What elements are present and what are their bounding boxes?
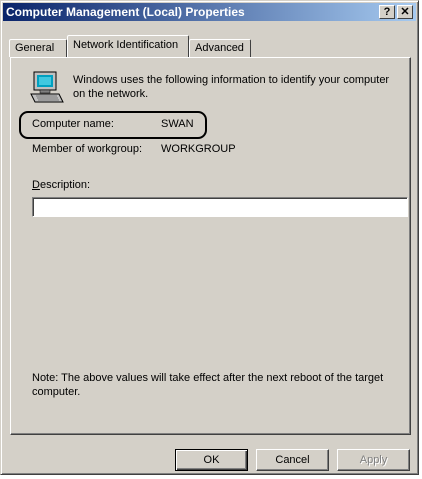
tab-advanced-label: Advanced <box>195 42 244 54</box>
workgroup-value: WORKGROUP <box>161 143 236 155</box>
tab-general[interactable]: General <box>9 39 67 57</box>
description-accelerator: D <box>32 179 40 191</box>
tab-network-identification-label: Network Identification <box>73 39 179 51</box>
properties-dialog: Computer Management (Local) Properties ?… <box>0 0 419 475</box>
computer-name-label: Computer name: <box>32 118 114 130</box>
description-input[interactable] <box>32 197 408 217</box>
tab-advanced[interactable]: Advanced <box>189 39 251 57</box>
computer-name-value: SWAN <box>161 118 194 130</box>
computer-icon <box>29 71 65 105</box>
intro-text: Windows uses the following information t… <box>73 74 390 100</box>
title-bar[interactable]: Computer Management (Local) Properties ?… <box>3 3 416 21</box>
window-title: Computer Management (Local) Properties <box>6 5 245 19</box>
description-label: Description: <box>32 179 90 191</box>
note-text: Note: The above values will take effect … <box>32 372 384 398</box>
tab-network-identification[interactable]: Network Identification <box>67 35 189 57</box>
cancel-button[interactable]: Cancel <box>256 449 329 471</box>
help-button[interactable]: ? <box>379 5 395 19</box>
ok-button[interactable]: OK <box>175 449 248 471</box>
apply-button[interactable]: Apply <box>337 449 410 471</box>
description-label-rest: escription: <box>39 179 91 191</box>
workgroup-label: Member of workgroup: <box>32 143 143 155</box>
tab-general-label: General <box>15 42 55 54</box>
close-button[interactable]: ✕ <box>397 5 413 19</box>
